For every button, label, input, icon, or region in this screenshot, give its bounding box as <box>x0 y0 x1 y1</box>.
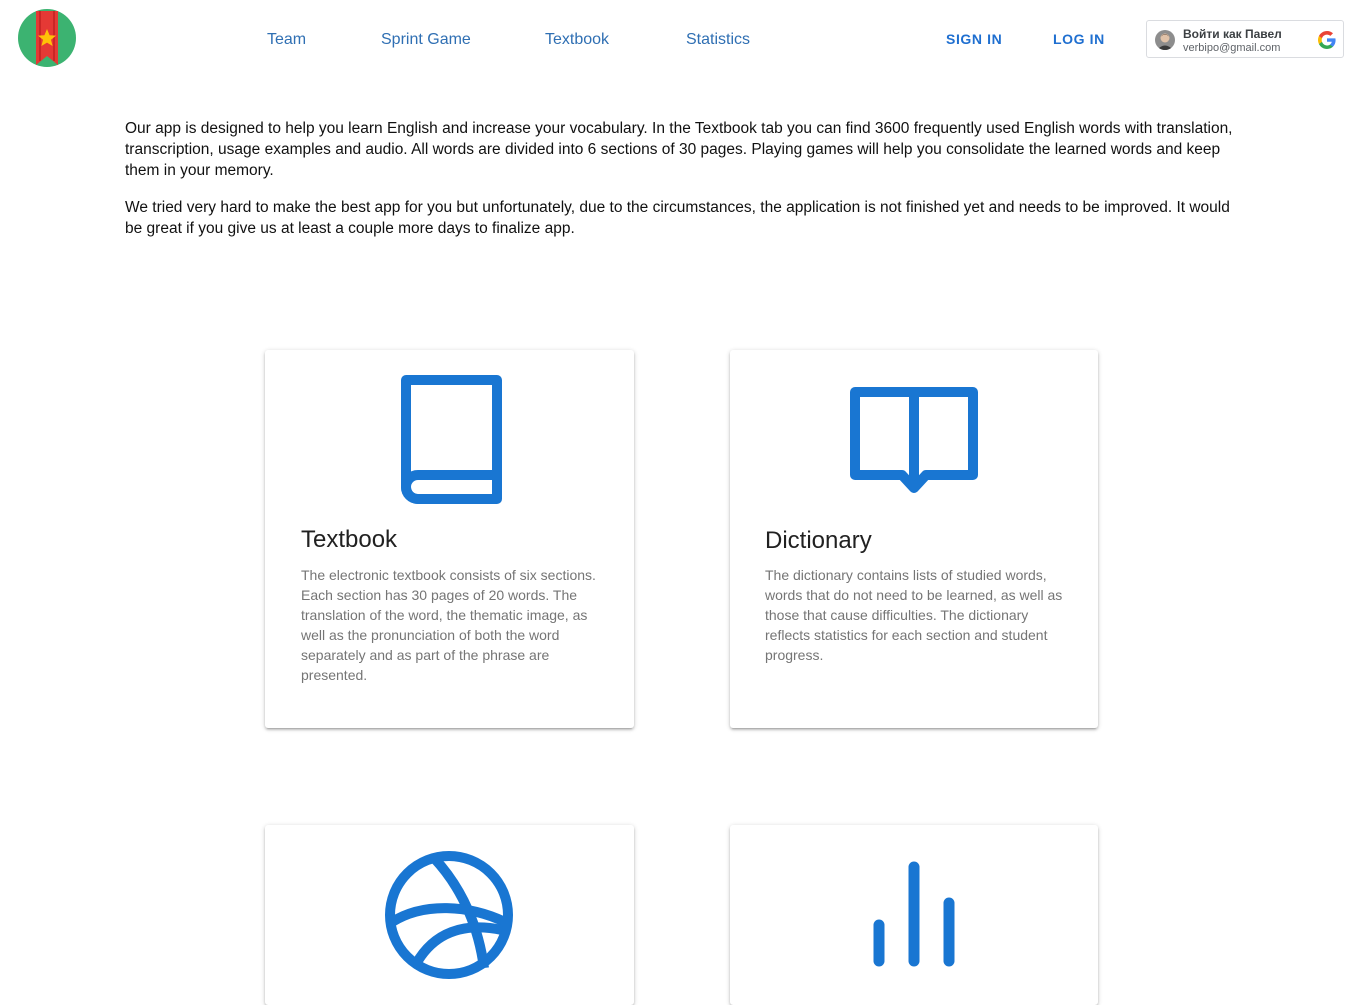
nav-statistics[interactable]: Statistics <box>686 31 750 49</box>
sign-in-button[interactable]: SIGN IN <box>946 31 1002 47</box>
card-title: Dictionary <box>765 527 872 554</box>
dictionary-card[interactable]: Dictionary The dictionary contains lists… <box>730 350 1098 728</box>
nav-team[interactable]: Team <box>267 31 306 49</box>
card-description: The electronic textbook consists of six … <box>301 567 596 683</box>
intro-paragraph: Our app is designed to help you learn En… <box>125 120 1233 179</box>
game-card[interactable] <box>265 825 634 1005</box>
basketball-icon <box>384 850 514 985</box>
intro-section: Our app is designed to help you learn En… <box>125 118 1235 255</box>
google-account-email: verbipo@gmail.com <box>1183 42 1281 54</box>
textbook-card[interactable]: Textbook The electronic textbook consist… <box>265 350 634 728</box>
statistics-card[interactable] <box>730 825 1098 1005</box>
nav-textbook[interactable]: Textbook <box>545 31 609 49</box>
bar-chart-icon <box>870 859 960 976</box>
intro-paragraph: We tried very hard to make the best app … <box>125 199 1230 237</box>
nav-sprint-game[interactable]: Sprint Game <box>381 31 471 49</box>
card-description: The dictionary contains lists of studied… <box>765 567 1063 663</box>
bookmark-star-logo-icon <box>18 9 76 67</box>
google-icon <box>1317 30 1337 50</box>
card-title: Textbook <box>301 526 398 553</box>
book-icon <box>396 375 502 509</box>
log-in-button[interactable]: LOG IN <box>1053 31 1105 47</box>
open-book-icon <box>848 380 980 505</box>
app-logo[interactable] <box>18 9 76 67</box>
avatar <box>1155 30 1175 50</box>
google-sign-in-button[interactable]: Войти как Павел verbipo@gmail.com <box>1146 20 1344 58</box>
google-account-name: Войти как Павел <box>1183 27 1282 41</box>
